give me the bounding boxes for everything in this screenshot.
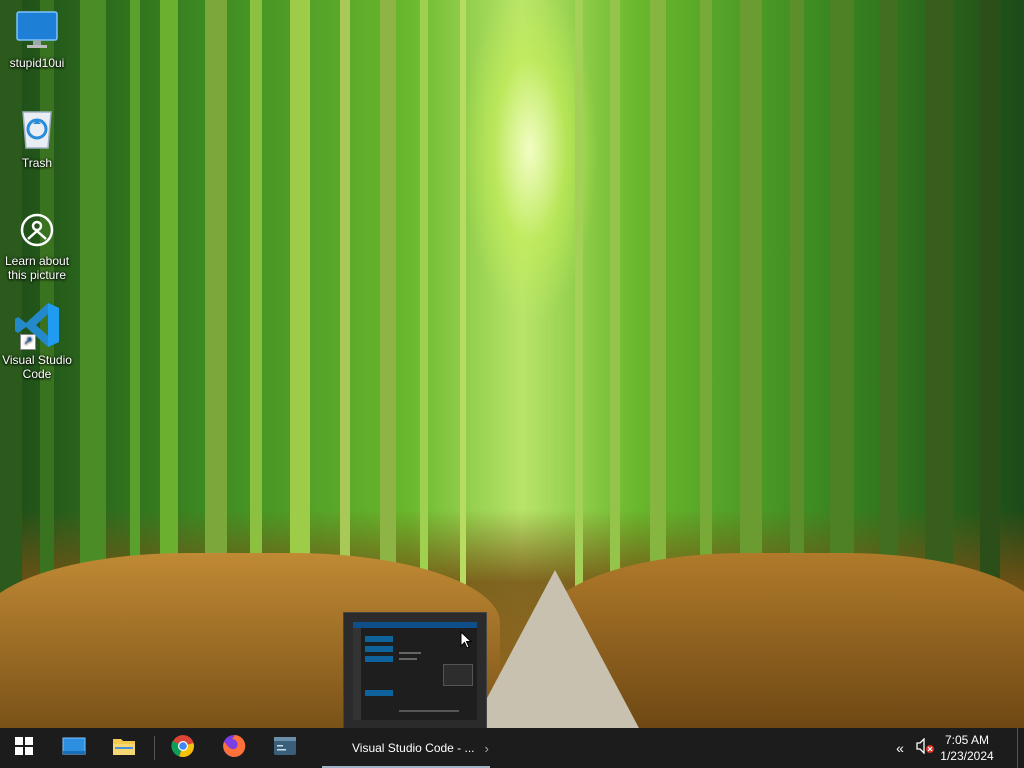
firefox-button[interactable] — [215, 728, 253, 768]
tray-overflow-button[interactable]: « — [890, 728, 910, 768]
folder-icon — [112, 736, 136, 761]
desktop-icon-label: Trash — [21, 156, 53, 170]
mouse-cursor-icon — [460, 630, 473, 654]
camera-info-icon — [2, 212, 72, 251]
task-view-button[interactable] — [55, 728, 93, 768]
chevron-right-icon: › — [484, 740, 489, 756]
terminal-icon — [273, 736, 297, 761]
recycle-bin-icon — [2, 106, 72, 153]
clock-time: 7:05 AM — [944, 733, 990, 747]
taskbar-window-vscode[interactable]: Visual Studio Code - ... › — [322, 728, 490, 768]
desktop-wallpaper[interactable]: stupid10ui Trash Learn about this pictur… — [0, 0, 1024, 728]
task-view-icon — [62, 737, 86, 760]
forest-path — [470, 570, 640, 728]
window-title-label: Visual Studio Code - ... — [352, 741, 475, 755]
thumbnail-screen — [353, 622, 477, 720]
desktop-icon-trash[interactable]: Trash — [2, 106, 72, 170]
taskbar-divider — [154, 736, 155, 760]
start-button[interactable] — [6, 728, 42, 768]
chrome-button[interactable] — [164, 728, 202, 768]
clock[interactable]: 7:05 AM 1/23/2024 — [932, 732, 1002, 764]
vscode-icon: ↗ — [12, 300, 62, 350]
terminal-button[interactable] — [266, 728, 304, 768]
desktop-icon-label: Visual Studio Code — [2, 353, 72, 381]
window-preview-thumbnail[interactable] — [343, 612, 487, 728]
chrome-icon — [171, 734, 195, 763]
desktop-icon-this-pc[interactable]: stupid10ui — [2, 10, 72, 70]
windows-logo-icon — [15, 736, 33, 760]
desktop-icon-vscode[interactable]: ↗ Visual Studio Code — [2, 300, 72, 381]
taskbar: Visual Studio Code - ... › « 7:05 AM 1/2… — [0, 728, 1024, 768]
monitor-icon — [2, 10, 72, 53]
chevron-left-icon: « — [896, 740, 904, 756]
desktop-icon-label: Learn about this picture — [4, 254, 70, 282]
clock-date: 1/23/2024 — [940, 749, 994, 763]
firefox-icon — [222, 734, 246, 763]
desktop-icon-learn-about-picture[interactable]: Learn about this picture — [2, 212, 72, 282]
show-desktop-button[interactable] — [1017, 728, 1024, 768]
shortcut-arrow-icon: ↗ — [20, 334, 36, 350]
file-explorer-button[interactable] — [105, 728, 143, 768]
desktop-icon-label: stupid10ui — [9, 56, 65, 70]
